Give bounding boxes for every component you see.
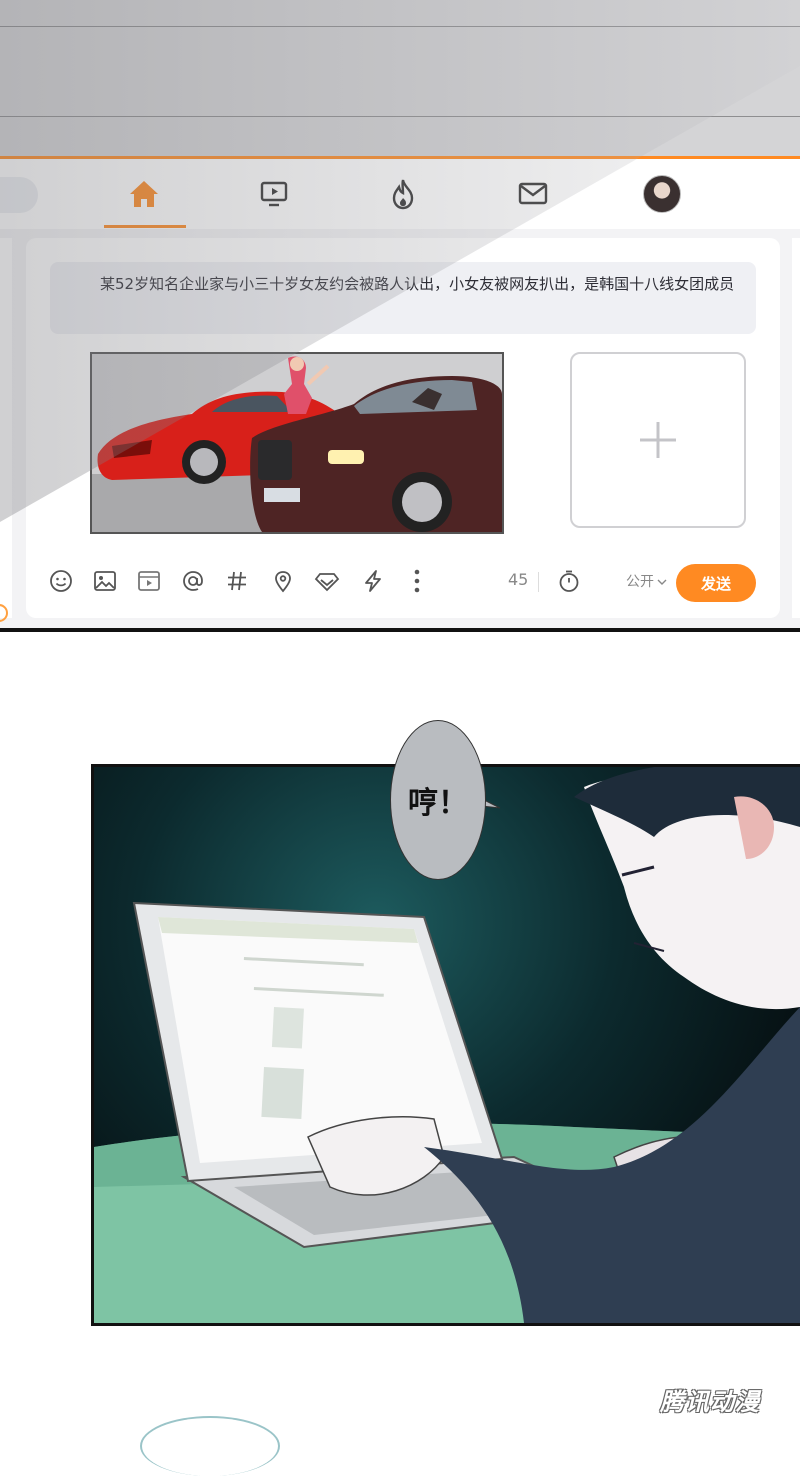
add-image-button[interactable] [570, 352, 746, 528]
hashtag-button[interactable] [224, 568, 250, 594]
tab-hot[interactable] [363, 171, 443, 217]
side-card [792, 238, 800, 618]
speech-text: 哼！ [408, 786, 468, 821]
video-button[interactable] [136, 568, 162, 594]
divider [538, 572, 539, 592]
home-icon [130, 181, 158, 207]
more-icon [414, 569, 420, 593]
image-button[interactable] [92, 568, 118, 594]
tv-play-icon [260, 181, 288, 207]
emoji-icon [50, 570, 72, 592]
location-icon [275, 571, 291, 593]
tab-video[interactable] [234, 171, 314, 217]
char-count: 45 [508, 570, 529, 589]
tab-home[interactable] [104, 171, 184, 217]
timer-icon [559, 570, 579, 592]
lightning-button[interactable] [360, 568, 386, 594]
tab-messages[interactable] [493, 171, 573, 217]
image-icon [94, 571, 116, 591]
visibility-select[interactable]: 公开 [626, 571, 667, 591]
plus-icon [640, 422, 676, 458]
visibility-label: 公开 [626, 574, 654, 590]
speech-bubble: 哼！ [390, 720, 486, 880]
cars-illustration [92, 354, 502, 532]
post-composer: 某52岁知名企业家与小三十岁女友约会被路人认出，小女友被网友扒出，是韩国十八线女… [26, 238, 780, 618]
browser-chrome [0, 0, 800, 156]
tab-profile[interactable] [622, 171, 702, 217]
lightning-icon [365, 570, 381, 592]
composer-toolbar: 45 公开 发送 [48, 562, 758, 602]
search-input[interactable] [0, 177, 38, 213]
next-speech-bubble-edge [140, 1416, 280, 1476]
top-nav-bar [0, 156, 800, 229]
schedule-button[interactable] [556, 568, 582, 594]
side-card [0, 238, 12, 618]
emoji-button[interactable] [48, 568, 74, 594]
avatar [643, 175, 681, 213]
chrome-divider [0, 26, 800, 27]
send-button[interactable]: 发送 [676, 564, 756, 602]
chrome-divider [0, 116, 800, 117]
hashtag-icon [228, 571, 246, 591]
active-tab-indicator [104, 225, 186, 228]
mention-button[interactable] [180, 568, 206, 594]
attached-image[interactable] [90, 352, 504, 534]
diamond-icon [314, 573, 340, 592]
publisher-watermark: 腾讯动漫 [660, 1388, 760, 1416]
flame-icon [392, 179, 414, 210]
comic-panel-app-screen: 某52岁知名企业家与小三十岁女友约会被路人认出，小女友被网友扒出，是韩国十八线女… [0, 0, 800, 632]
location-button[interactable] [270, 568, 296, 594]
diamond-button[interactable] [314, 568, 340, 594]
more-button[interactable] [404, 568, 430, 594]
post-text-input[interactable]: 某52岁知名企业家与小三十岁女友约会被路人认出，小女友被网友扒出，是韩国十八线女… [50, 262, 756, 334]
chevron-down-icon [657, 579, 667, 585]
at-icon [183, 571, 203, 591]
mail-icon [518, 182, 548, 205]
video-icon [138, 571, 160, 591]
